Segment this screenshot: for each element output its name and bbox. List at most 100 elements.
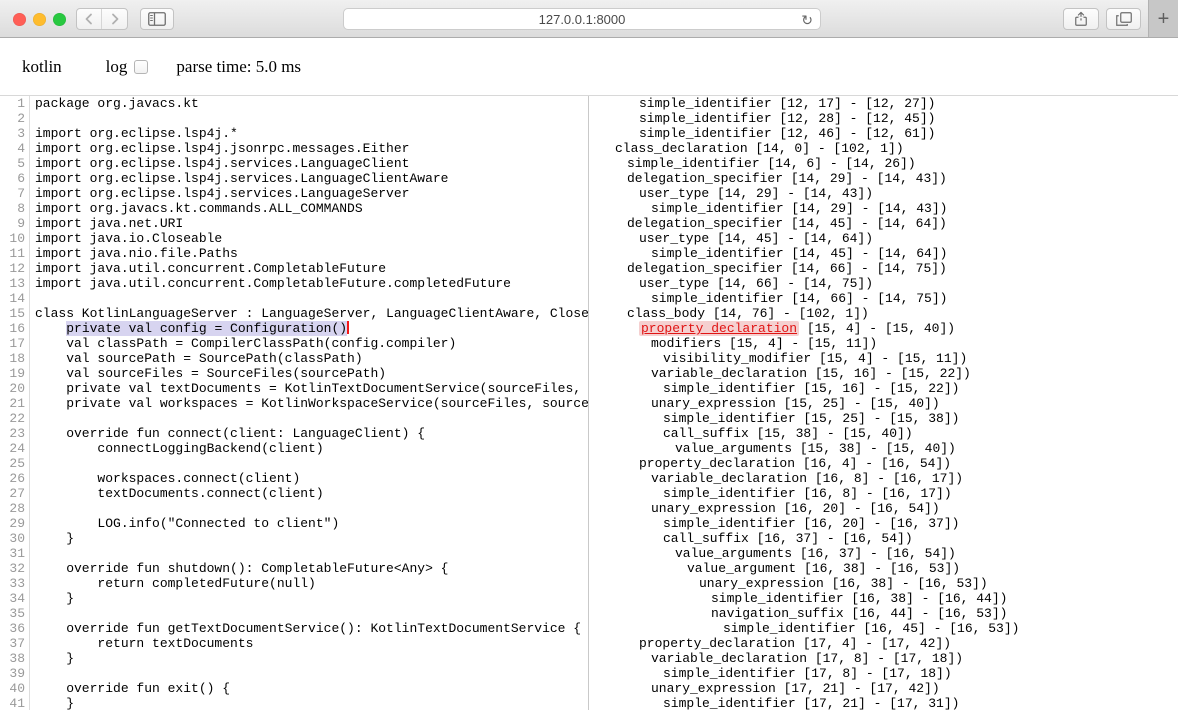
reload-icon[interactable]: ↻ bbox=[801, 12, 813, 28]
code-line[interactable]: textDocuments.connect(client) bbox=[35, 486, 588, 501]
code-line[interactable]: import org.eclipse.lsp4j.services.Langua… bbox=[35, 171, 588, 186]
close-icon[interactable] bbox=[13, 13, 26, 26]
code-line[interactable]: override fun getTextDocumentService(): K… bbox=[35, 621, 588, 636]
tree-node[interactable]: delegation_specifier [14, 45] - [14, 64]… bbox=[589, 216, 1178, 231]
line-number: 25 bbox=[0, 456, 25, 471]
code-line[interactable]: } bbox=[35, 696, 588, 710]
code-line[interactable]: import org.eclipse.lsp4j.* bbox=[35, 126, 588, 141]
code-line[interactable]: import java.nio.file.Paths bbox=[35, 246, 588, 261]
code-line[interactable]: override fun exit() { bbox=[35, 681, 588, 696]
tree-node[interactable]: simple_identifier [15, 25] - [15, 38]) bbox=[589, 411, 1178, 426]
log-checkbox[interactable] bbox=[134, 60, 148, 74]
code-editor[interactable]: 1234567891011121314151617181920212223242… bbox=[0, 96, 589, 710]
tree-node[interactable]: user_type [14, 29] - [14, 43]) bbox=[589, 186, 1178, 201]
tree-node[interactable]: property_declaration [17, 4] - [17, 42]) bbox=[589, 636, 1178, 651]
code-line[interactable]: connectLoggingBackend(client) bbox=[35, 441, 588, 456]
code-line[interactable]: import java.io.Closeable bbox=[35, 231, 588, 246]
tree-node[interactable]: property_declaration [16, 4] - [16, 54]) bbox=[589, 456, 1178, 471]
tree-node[interactable]: modifiers [15, 4] - [15, 11]) bbox=[589, 336, 1178, 351]
tree-node[interactable]: simple_identifier [14, 45] - [14, 64]) bbox=[589, 246, 1178, 261]
tree-node[interactable]: variable_declaration [17, 8] - [17, 18]) bbox=[589, 651, 1178, 666]
tree-node[interactable]: visibility_modifier [15, 4] - [15, 11]) bbox=[589, 351, 1178, 366]
tree-node[interactable]: simple_identifier [14, 66] - [14, 75]) bbox=[589, 291, 1178, 306]
code-line[interactable]: } bbox=[35, 651, 588, 666]
tree-node[interactable]: delegation_specifier [14, 29] - [14, 43]… bbox=[589, 171, 1178, 186]
tab-overview-button[interactable] bbox=[1106, 8, 1141, 30]
code-line[interactable]: val classPath = CompilerClassPath(config… bbox=[35, 336, 588, 351]
tree-node[interactable]: simple_identifier [12, 28] - [12, 45]) bbox=[589, 111, 1178, 126]
forward-button[interactable] bbox=[102, 9, 127, 29]
tree-node[interactable]: simple_identifier [14, 6] - [14, 26]) bbox=[589, 156, 1178, 171]
code-line[interactable]: class KotlinLanguageServer : LanguageSer… bbox=[35, 306, 588, 321]
tree-node-highlighted[interactable]: property_declaration [15, 4] - [15, 40]) bbox=[589, 321, 1178, 336]
address-bar[interactable]: 127.0.0.1:8000 ↻ bbox=[343, 8, 821, 30]
tree-node[interactable]: variable_declaration [15, 16] - [15, 22]… bbox=[589, 366, 1178, 381]
code-line[interactable]: import java.net.URI bbox=[35, 216, 588, 231]
tree-node[interactable]: simple_identifier [16, 20] - [16, 37]) bbox=[589, 516, 1178, 531]
code-line[interactable]: import org.eclipse.lsp4j.jsonrpc.message… bbox=[35, 141, 588, 156]
tree-node[interactable]: simple_identifier [16, 45] - [16, 53]) bbox=[589, 621, 1178, 636]
code-line[interactable]: import java.util.concurrent.CompletableF… bbox=[35, 276, 588, 291]
code-line[interactable]: return textDocuments bbox=[35, 636, 588, 651]
code-line[interactable]: private val textDocuments = KotlinTextDo… bbox=[35, 381, 588, 396]
tree-node[interactable]: user_type [14, 45] - [14, 64]) bbox=[589, 231, 1178, 246]
back-button[interactable] bbox=[77, 9, 102, 29]
tree-node[interactable]: variable_declaration [16, 8] - [16, 17]) bbox=[589, 471, 1178, 486]
code-line[interactable]: import org.eclipse.lsp4j.services.Langua… bbox=[35, 186, 588, 201]
tree-node[interactable]: value_arguments [16, 37] - [16, 54]) bbox=[589, 546, 1178, 561]
code-line[interactable]: override fun shutdown(): CompletableFutu… bbox=[35, 561, 588, 576]
code-line[interactable]: return completedFuture(null) bbox=[35, 576, 588, 591]
zoom-icon[interactable] bbox=[53, 13, 66, 26]
code-line[interactable] bbox=[35, 411, 588, 426]
tree-node[interactable]: unary_expression [17, 21] - [17, 42]) bbox=[589, 681, 1178, 696]
code-line[interactable]: private val workspaces = KotlinWorkspace… bbox=[35, 396, 588, 411]
tree-node[interactable]: simple_identifier [14, 29] - [14, 43]) bbox=[589, 201, 1178, 216]
code-line[interactable]: import org.eclipse.lsp4j.services.Langua… bbox=[35, 156, 588, 171]
line-number: 11 bbox=[0, 246, 25, 261]
code-line[interactable]: LOG.info("Connected to client") bbox=[35, 516, 588, 531]
code-lines[interactable]: package org.javacs.kt import org.eclipse.… bbox=[30, 96, 588, 710]
tree-node[interactable]: unary_expression [16, 20] - [16, 54]) bbox=[589, 501, 1178, 516]
tree-node[interactable]: simple_identifier [17, 8] - [17, 18]) bbox=[589, 666, 1178, 681]
tree-node[interactable]: value_arguments [15, 38] - [15, 40]) bbox=[589, 441, 1178, 456]
tree-node[interactable]: simple_identifier [16, 38] - [16, 44]) bbox=[589, 591, 1178, 606]
code-line[interactable]: workspaces.connect(client) bbox=[35, 471, 588, 486]
tree-node[interactable]: value_argument [16, 38] - [16, 53]) bbox=[589, 561, 1178, 576]
tree-node[interactable]: navigation_suffix [16, 44] - [16, 53]) bbox=[589, 606, 1178, 621]
code-line[interactable] bbox=[35, 606, 588, 621]
tree-node[interactable]: unary_expression [16, 38] - [16, 53]) bbox=[589, 576, 1178, 591]
code-line[interactable]: val sourceFiles = SourceFiles(sourcePath… bbox=[35, 366, 588, 381]
tree-node[interactable]: call_suffix [15, 38] - [15, 40]) bbox=[589, 426, 1178, 441]
code-line[interactable]: private val config = Configuration() bbox=[35, 321, 588, 336]
code-line[interactable] bbox=[35, 546, 588, 561]
code-line[interactable] bbox=[35, 456, 588, 471]
code-line[interactable]: import java.util.concurrent.CompletableF… bbox=[35, 261, 588, 276]
tree-node[interactable]: simple_identifier [12, 17] - [12, 27]) bbox=[589, 96, 1178, 111]
highlighted-node-name[interactable]: property_declaration bbox=[639, 321, 799, 336]
code-line[interactable]: } bbox=[35, 531, 588, 546]
new-tab-button[interactable]: + bbox=[1148, 0, 1178, 37]
code-line[interactable] bbox=[35, 666, 588, 681]
share-button[interactable] bbox=[1063, 8, 1099, 30]
code-line[interactable]: } bbox=[35, 591, 588, 606]
code-line[interactable]: val sourcePath = SourcePath(classPath) bbox=[35, 351, 588, 366]
code-line[interactable] bbox=[35, 501, 588, 516]
minimize-icon[interactable] bbox=[33, 13, 46, 26]
tree-node[interactable]: unary_expression [15, 25] - [15, 40]) bbox=[589, 396, 1178, 411]
sidebar-toggle-button[interactable] bbox=[140, 8, 174, 30]
code-line[interactable] bbox=[35, 111, 588, 126]
tree-node[interactable]: simple_identifier [16, 8] - [16, 17]) bbox=[589, 486, 1178, 501]
tree-node[interactable]: simple_identifier [15, 16] - [15, 22]) bbox=[589, 381, 1178, 396]
code-line[interactable]: override fun connect(client: LanguageCli… bbox=[35, 426, 588, 441]
tree-node[interactable]: call_suffix [16, 37] - [16, 54]) bbox=[589, 531, 1178, 546]
tree-node[interactable]: user_type [14, 66] - [14, 75]) bbox=[589, 276, 1178, 291]
tree-node[interactable]: simple_identifier [17, 21] - [17, 31]) bbox=[589, 696, 1178, 710]
tree-node[interactable]: class_declaration [14, 0] - [102, 1]) bbox=[589, 141, 1178, 156]
code-line[interactable]: package org.javacs.kt bbox=[35, 96, 588, 111]
tree-node[interactable]: delegation_specifier [14, 66] - [14, 75]… bbox=[589, 261, 1178, 276]
tree-node[interactable]: simple_identifier [12, 46] - [12, 61]) bbox=[589, 126, 1178, 141]
code-line[interactable] bbox=[35, 291, 588, 306]
tree-node[interactable]: class_body [14, 76] - [102, 1]) bbox=[589, 306, 1178, 321]
code-line[interactable]: import org.javacs.kt.commands.ALL_COMMAN… bbox=[35, 201, 588, 216]
url-text: 127.0.0.1:8000 bbox=[539, 12, 626, 27]
